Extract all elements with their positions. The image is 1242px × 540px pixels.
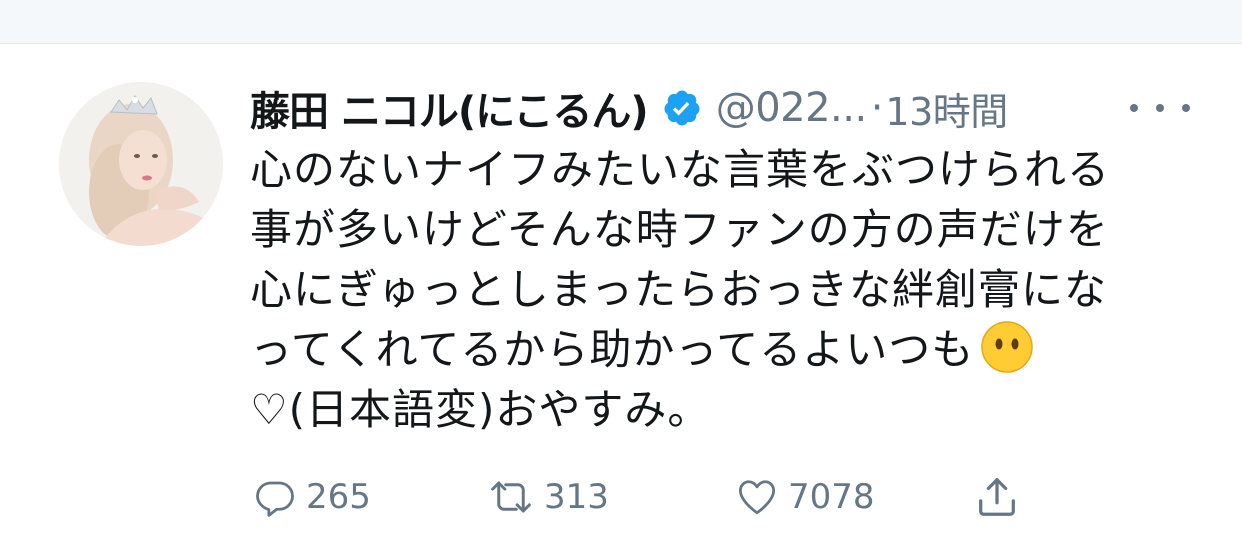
- tweet-text-line: 心のないナイフみたいな言葉をぶつけられる: [250, 145, 1111, 194]
- verified-badge-icon: [662, 88, 702, 128]
- more-options-icon[interactable]: [1130, 96, 1190, 120]
- display-name[interactable]: 藤田 ニコル(にこるん): [250, 79, 649, 137]
- avatar[interactable]: [59, 82, 223, 246]
- tweet-actions: 265 313 7078: [250, 472, 1050, 522]
- tweet-text-line: ♡(日本語変)おやすみ。: [250, 385, 711, 434]
- reply-button[interactable]: 265: [252, 472, 371, 522]
- tweet-text-line: 心にぎゅっとしまったらおっきな絆創膏にな: [250, 265, 1108, 314]
- top-bar: [0, 0, 1242, 44]
- heart-icon: [734, 476, 780, 518]
- retweet-count: 313: [544, 477, 609, 517]
- retweet-button[interactable]: 313: [486, 472, 609, 522]
- timestamp[interactable]: 13時間: [885, 81, 1008, 136]
- separator-dot: ·: [870, 85, 884, 131]
- user-handle[interactable]: @022...: [716, 85, 868, 131]
- tweet-header: 藤田 ニコル(にこるん) @022... · 13時間: [250, 79, 1210, 137]
- retweet-icon: [486, 476, 536, 518]
- tweet-text-line: 事が多いけどそんな時ファンの方の声だけを: [250, 205, 1109, 254]
- tweet-text: 心のないナイフみたいな言葉をぶつけられる 事が多いけどそんな時ファンの方の声だけ…: [250, 140, 1170, 440]
- share-button[interactable]: [974, 472, 1020, 522]
- tweet-card[interactable]: 藤田 ニコル(にこるん) @022... · 13時間 心のないナイフみたいな言…: [0, 44, 1242, 540]
- like-count: 7078: [788, 477, 875, 517]
- share-icon: [974, 474, 1020, 520]
- reply-icon: [252, 476, 298, 518]
- tweet-text-line-with-emoji: ってくれてるから助かってるよいつも: [250, 320, 1170, 380]
- tweet-text-line: ってくれてるから助かってるよいつも: [250, 325, 975, 374]
- reply-count: 265: [306, 477, 371, 517]
- like-button[interactable]: 7078: [734, 472, 875, 522]
- face-without-mouth-emoji: [980, 320, 1034, 374]
- avatar-image: [59, 82, 223, 246]
